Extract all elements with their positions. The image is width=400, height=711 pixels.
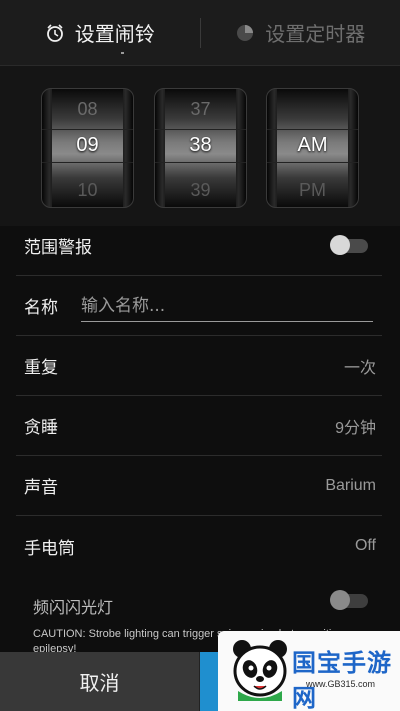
name-label: 名称 — [24, 298, 58, 318]
hour-current[interactable]: 09 — [42, 134, 133, 157]
sound-row[interactable]: 声音 Barium — [16, 456, 382, 516]
tab-set-alarm[interactable]: 设置闹铃 — [0, 0, 200, 66]
minute-prev[interactable]: 37 — [155, 99, 246, 120]
minute-next[interactable]: 39 — [155, 180, 246, 201]
minute-current[interactable]: 38 — [155, 134, 246, 157]
hour-next[interactable]: 10 — [42, 180, 133, 201]
strobe-label: 频闪闪光灯 — [33, 598, 114, 617]
toggle-knob — [330, 590, 350, 610]
watermark-url: www.GB315.com — [306, 679, 376, 689]
tab-set-alarm-label: 设置闹铃 — [74, 22, 155, 46]
watermark: 国宝手游网 www.GB315.com — [218, 631, 400, 711]
sound-value: Barium — [325, 476, 376, 494]
repeat-label: 重复 — [24, 358, 58, 378]
name-input[interactable] — [81, 290, 373, 322]
minute-wheel[interactable]: 37 38 39 — [154, 88, 247, 208]
snooze-label: 贪睡 — [24, 418, 58, 438]
snooze-row[interactable]: 贪睡 9分钟 — [16, 396, 382, 456]
panda-logo-icon — [232, 639, 288, 705]
alarm-clock-icon — [45, 23, 65, 43]
snooze-value: 9分钟 — [335, 419, 376, 437]
repeat-value: 一次 — [343, 359, 376, 377]
flashlight-label: 手电筒 — [24, 538, 75, 559]
hour-prev[interactable]: 08 — [42, 99, 133, 120]
timer-pie-icon — [235, 23, 255, 43]
ampm-next[interactable]: PM — [267, 180, 358, 201]
strobe-toggle[interactable] — [330, 590, 368, 610]
tab-set-timer-label: 设置定时器 — [265, 22, 366, 46]
watermark-text: 国宝手游网 — [292, 649, 392, 711]
time-picker: 08 09 10 37 38 39 AM PM — [0, 66, 400, 226]
range-alert-label: 范围警报 — [24, 238, 92, 258]
sound-label: 声音 — [24, 478, 58, 498]
active-tab-indicator — [121, 52, 124, 54]
tab-set-timer[interactable]: 设置定时器 — [201, 0, 400, 66]
name-row: 名称 — [16, 276, 382, 336]
ampm-current[interactable]: AM — [267, 134, 358, 157]
tab-bar: 设置闹铃 设置定时器 — [0, 0, 400, 66]
flashlight-value: Off — [354, 537, 376, 554]
range-alert-row[interactable]: 范围警报 — [16, 216, 382, 276]
flashlight-row[interactable]: 手电筒 Off — [16, 516, 382, 576]
hour-wheel[interactable]: 08 09 10 — [41, 88, 134, 208]
toggle-knob — [330, 234, 350, 255]
cancel-button[interactable]: 取消 — [0, 652, 200, 711]
ampm-wheel[interactable]: AM PM — [266, 88, 359, 208]
repeat-row[interactable]: 重复 一次 — [16, 336, 382, 396]
range-alert-toggle[interactable] — [330, 234, 368, 255]
